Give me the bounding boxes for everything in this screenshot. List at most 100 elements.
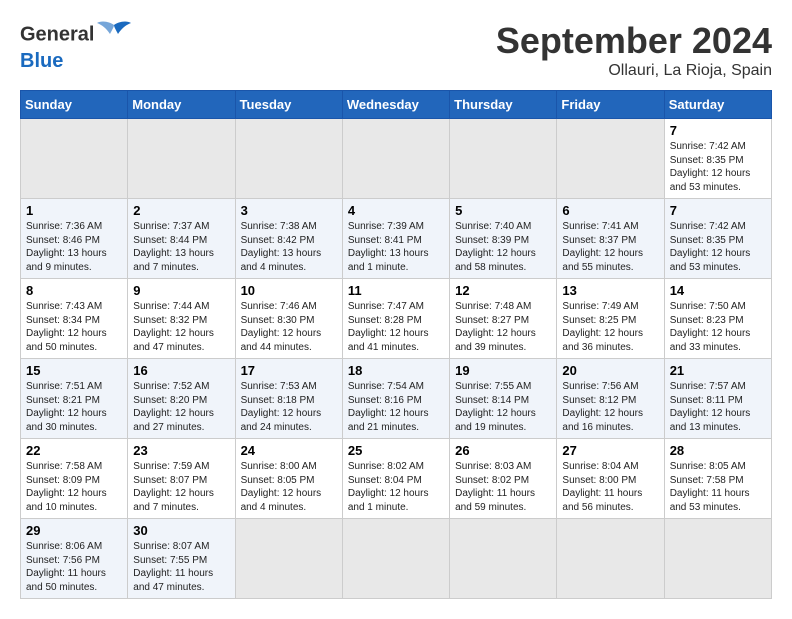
day-number: 3 <box>241 203 337 218</box>
calendar-cell <box>450 519 557 599</box>
day-info: Sunrise: 7:52 AM Sunset: 8:20 PM Dayligh… <box>133 380 229 434</box>
day-number: 7 <box>670 203 766 218</box>
calendar-week-2: 1 Sunrise: 7:36 AM Sunset: 8:46 PM Dayli… <box>21 199 772 279</box>
weekday-header-sunday: Sunday <box>21 91 128 119</box>
calendar-cell <box>557 519 664 599</box>
weekday-header-monday: Monday <box>128 91 235 119</box>
day-number: 27 <box>562 443 658 458</box>
calendar-cell <box>342 519 449 599</box>
day-number: 10 <box>241 283 337 298</box>
calendar-cell: 4 Sunrise: 7:39 AM Sunset: 8:41 PM Dayli… <box>342 199 449 279</box>
calendar-cell: 12 Sunrise: 7:48 AM Sunset: 8:27 PM Dayl… <box>450 279 557 359</box>
day-number: 24 <box>241 443 337 458</box>
day-info: Sunrise: 7:47 AM Sunset: 8:28 PM Dayligh… <box>348 300 444 354</box>
day-number: 5 <box>455 203 551 218</box>
calendar-cell: 6 Sunrise: 7:41 AM Sunset: 8:37 PM Dayli… <box>557 199 664 279</box>
day-info: Sunrise: 7:39 AM Sunset: 8:41 PM Dayligh… <box>348 220 444 274</box>
calendar-cell: 14 Sunrise: 7:50 AM Sunset: 8:23 PM Dayl… <box>664 279 771 359</box>
day-number: 15 <box>26 363 122 378</box>
day-info: Sunrise: 7:51 AM Sunset: 8:21 PM Dayligh… <box>26 380 122 434</box>
location: Ollauri, La Rioja, Spain <box>496 62 772 80</box>
calendar-cell: 20 Sunrise: 7:56 AM Sunset: 8:12 PM Dayl… <box>557 359 664 439</box>
weekday-header-wednesday: Wednesday <box>342 91 449 119</box>
day-info: Sunrise: 7:38 AM Sunset: 8:42 PM Dayligh… <box>241 220 337 274</box>
day-info: Sunrise: 7:46 AM Sunset: 8:30 PM Dayligh… <box>241 300 337 354</box>
day-number: 6 <box>562 203 658 218</box>
calendar-cell: 29 Sunrise: 8:06 AM Sunset: 7:56 PM Dayl… <box>21 519 128 599</box>
calendar-cell: 11 Sunrise: 7:47 AM Sunset: 8:28 PM Dayl… <box>342 279 449 359</box>
day-info: Sunrise: 8:02 AM Sunset: 8:04 PM Dayligh… <box>348 460 444 514</box>
weekday-header-saturday: Saturday <box>664 91 771 119</box>
day-info: Sunrise: 7:42 AM Sunset: 8:35 PM Dayligh… <box>670 140 766 194</box>
logo-bird-icon <box>96 20 132 50</box>
calendar-cell: 25 Sunrise: 8:02 AM Sunset: 8:04 PM Dayl… <box>342 439 449 519</box>
month-title: September 2024 <box>496 20 772 62</box>
calendar-cell: 2 Sunrise: 7:37 AM Sunset: 8:44 PM Dayli… <box>128 199 235 279</box>
day-number: 18 <box>348 363 444 378</box>
day-number: 29 <box>26 523 122 538</box>
calendar-week-4: 15 Sunrise: 7:51 AM Sunset: 8:21 PM Dayl… <box>21 359 772 439</box>
calendar-cell: 22 Sunrise: 7:58 AM Sunset: 8:09 PM Dayl… <box>21 439 128 519</box>
calendar-cell: 26 Sunrise: 8:03 AM Sunset: 8:02 PM Dayl… <box>450 439 557 519</box>
calendar-cell: 13 Sunrise: 7:49 AM Sunset: 8:25 PM Dayl… <box>557 279 664 359</box>
calendar-cell <box>557 119 664 199</box>
calendar-cell: 28 Sunrise: 8:05 AM Sunset: 7:58 PM Dayl… <box>664 439 771 519</box>
day-info: Sunrise: 7:50 AM Sunset: 8:23 PM Dayligh… <box>670 300 766 354</box>
calendar-table: SundayMondayTuesdayWednesdayThursdayFrid… <box>20 90 772 599</box>
day-info: Sunrise: 8:05 AM Sunset: 7:58 PM Dayligh… <box>670 460 766 514</box>
calendar-cell: 7 Sunrise: 7:42 AM Sunset: 8:35 PM Dayli… <box>664 199 771 279</box>
day-info: Sunrise: 7:43 AM Sunset: 8:34 PM Dayligh… <box>26 300 122 354</box>
logo-general: General <box>20 23 94 45</box>
calendar-cell: 17 Sunrise: 7:53 AM Sunset: 8:18 PM Dayl… <box>235 359 342 439</box>
day-number: 30 <box>133 523 229 538</box>
day-number: 21 <box>670 363 766 378</box>
calendar-week-1: 7 Sunrise: 7:42 AM Sunset: 8:35 PM Dayli… <box>21 119 772 199</box>
calendar-cell: 19 Sunrise: 7:55 AM Sunset: 8:14 PM Dayl… <box>450 359 557 439</box>
day-number: 23 <box>133 443 229 458</box>
day-number: 4 <box>348 203 444 218</box>
day-info: Sunrise: 8:03 AM Sunset: 8:02 PM Dayligh… <box>455 460 551 514</box>
calendar-cell: 21 Sunrise: 7:57 AM Sunset: 8:11 PM Dayl… <box>664 359 771 439</box>
day-number: 19 <box>455 363 551 378</box>
day-info: Sunrise: 7:44 AM Sunset: 8:32 PM Dayligh… <box>133 300 229 354</box>
day-info: Sunrise: 7:54 AM Sunset: 8:16 PM Dayligh… <box>348 380 444 434</box>
calendar-cell <box>342 119 449 199</box>
day-info: Sunrise: 8:07 AM Sunset: 7:55 PM Dayligh… <box>133 540 229 594</box>
logo: General Blue <box>20 20 132 72</box>
day-info: Sunrise: 7:56 AM Sunset: 8:12 PM Dayligh… <box>562 380 658 434</box>
calendar-cell: 30 Sunrise: 8:07 AM Sunset: 7:55 PM Dayl… <box>128 519 235 599</box>
calendar-cell <box>235 519 342 599</box>
day-number: 25 <box>348 443 444 458</box>
day-info: Sunrise: 7:41 AM Sunset: 8:37 PM Dayligh… <box>562 220 658 274</box>
calendar-week-3: 8 Sunrise: 7:43 AM Sunset: 8:34 PM Dayli… <box>21 279 772 359</box>
weekday-header-tuesday: Tuesday <box>235 91 342 119</box>
calendar-week-6: 29 Sunrise: 8:06 AM Sunset: 7:56 PM Dayl… <box>21 519 772 599</box>
day-info: Sunrise: 8:04 AM Sunset: 8:00 PM Dayligh… <box>562 460 658 514</box>
day-number: 9 <box>133 283 229 298</box>
calendar-week-5: 22 Sunrise: 7:58 AM Sunset: 8:09 PM Dayl… <box>21 439 772 519</box>
day-info: Sunrise: 7:53 AM Sunset: 8:18 PM Dayligh… <box>241 380 337 434</box>
calendar-cell: 23 Sunrise: 7:59 AM Sunset: 8:07 PM Dayl… <box>128 439 235 519</box>
day-number: 2 <box>133 203 229 218</box>
day-number: 1 <box>26 203 122 218</box>
calendar-cell: 10 Sunrise: 7:46 AM Sunset: 8:30 PM Dayl… <box>235 279 342 359</box>
calendar-cell <box>128 119 235 199</box>
day-info: Sunrise: 7:57 AM Sunset: 8:11 PM Dayligh… <box>670 380 766 434</box>
weekday-header-thursday: Thursday <box>450 91 557 119</box>
day-number: 28 <box>670 443 766 458</box>
day-info: Sunrise: 7:40 AM Sunset: 8:39 PM Dayligh… <box>455 220 551 274</box>
calendar-cell <box>21 119 128 199</box>
day-number: 7 <box>670 123 766 138</box>
day-number: 22 <box>26 443 122 458</box>
day-info: Sunrise: 7:36 AM Sunset: 8:46 PM Dayligh… <box>26 220 122 274</box>
calendar-cell <box>235 119 342 199</box>
logo-blue: Blue <box>20 50 132 72</box>
day-info: Sunrise: 7:42 AM Sunset: 8:35 PM Dayligh… <box>670 220 766 274</box>
day-number: 20 <box>562 363 658 378</box>
calendar-cell: 27 Sunrise: 8:04 AM Sunset: 8:00 PM Dayl… <box>557 439 664 519</box>
day-number: 14 <box>670 283 766 298</box>
calendar-cell <box>450 119 557 199</box>
title-block: September 2024 Ollauri, La Rioja, Spain <box>496 20 772 80</box>
day-number: 12 <box>455 283 551 298</box>
day-info: Sunrise: 7:48 AM Sunset: 8:27 PM Dayligh… <box>455 300 551 354</box>
